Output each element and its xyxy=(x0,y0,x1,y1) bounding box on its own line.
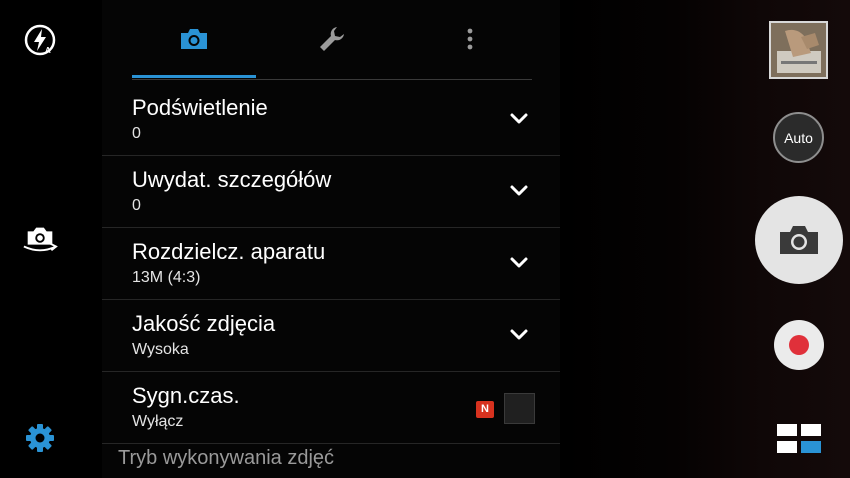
tab-tools[interactable] xyxy=(270,0,394,78)
photo-thumbnail-image xyxy=(771,23,826,77)
setting-value: 13M (4:3) xyxy=(132,269,201,286)
flash-toggle-button[interactable]: A xyxy=(22,22,58,58)
switch-camera-icon xyxy=(23,227,58,252)
camera-mode-button[interactable] xyxy=(777,424,821,454)
setting-value: 0 xyxy=(132,125,141,142)
settings-gear-icon xyxy=(26,424,54,452)
chevron-down-icon[interactable] xyxy=(507,251,531,275)
setting-label: Sygn.czas. xyxy=(132,383,240,408)
setting-row-backlight[interactable]: Podświetlenie 0 xyxy=(102,85,560,156)
chevron-down-icon[interactable] xyxy=(507,107,531,131)
wrench-icon xyxy=(320,27,344,51)
setting-row-timestamp[interactable]: Sygn.czas. Wyłącz N xyxy=(102,373,560,444)
camera-icon xyxy=(780,226,818,254)
gallery-thumbnail[interactable] xyxy=(769,21,828,79)
auto-label: Auto xyxy=(784,129,813,146)
tab-more[interactable] xyxy=(408,0,532,78)
more-vert-icon xyxy=(467,28,473,50)
setting-label: Podświetlenie xyxy=(132,95,268,120)
setting-label: Rozdzielcz. aparatu xyxy=(132,239,326,264)
settings-button[interactable] xyxy=(22,420,58,456)
left-control-rail: A xyxy=(0,0,82,478)
chevron-down-icon[interactable] xyxy=(507,179,531,203)
cut-off-setting-label[interactable]: Tryb wykonywania zdjęć xyxy=(118,447,334,470)
setting-row-photo-quality[interactable]: Jakość zdjęcia Wysoka xyxy=(102,301,560,372)
timestamp-checkbox[interactable] xyxy=(504,393,535,424)
setting-row-camera-resolution[interactable]: Rozdzielcz. aparatu 13M (4:3) xyxy=(102,229,560,300)
mode-grid-icon xyxy=(777,424,821,453)
scene-mode-auto-button[interactable]: Auto xyxy=(773,112,824,163)
setting-value: 0 xyxy=(132,197,141,214)
new-badge: N xyxy=(476,401,494,418)
setting-label: Jakość zdjęcia xyxy=(132,311,276,336)
setting-value: Wysoka xyxy=(132,341,189,358)
tab-camera-settings[interactable] xyxy=(132,0,256,78)
flash-auto-icon: A xyxy=(24,24,56,56)
chevron-down-icon[interactable] xyxy=(507,323,531,347)
shutter-button[interactable] xyxy=(755,196,843,284)
settings-tabs xyxy=(132,0,532,80)
settings-panel: Podświetlenie 0 Uwydat. szczegółów 0 Roz… xyxy=(102,0,560,478)
record-video-button[interactable] xyxy=(774,320,824,370)
svg-text:A: A xyxy=(45,46,51,55)
setting-label: Uwydat. szczegółów xyxy=(132,167,332,192)
record-icon xyxy=(789,335,809,355)
camera-icon xyxy=(181,29,207,49)
setting-row-detail-enhance[interactable]: Uwydat. szczegółów 0 xyxy=(102,157,560,228)
setting-value: Wyłącz xyxy=(132,413,184,430)
switch-camera-button[interactable] xyxy=(22,220,58,256)
